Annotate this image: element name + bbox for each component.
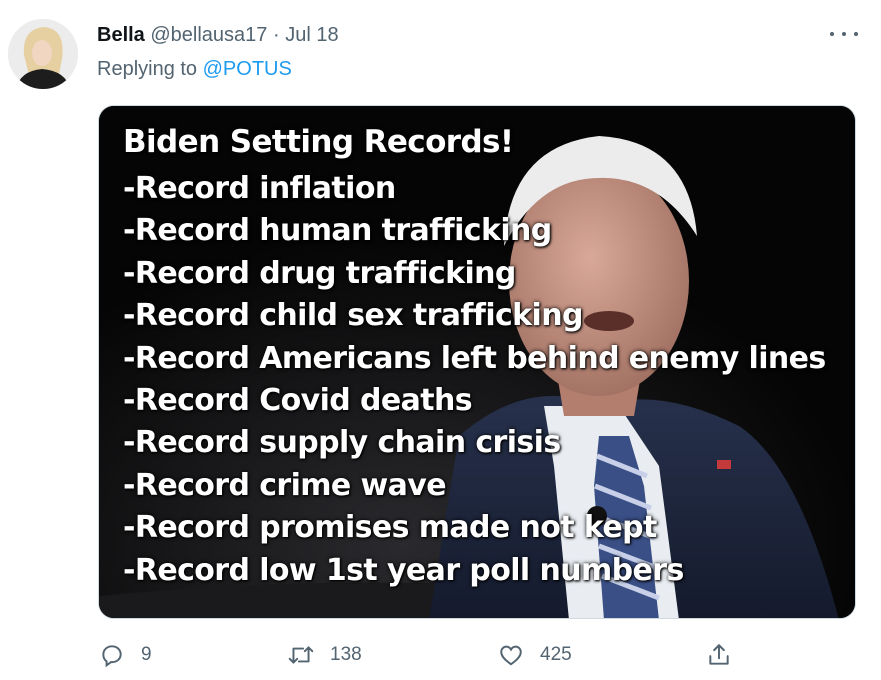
retweet-button[interactable]: 138 [286,640,362,670]
image-line: -Record promises made not kept [123,510,657,546]
image-line: -Record drug trafficking [123,255,516,291]
separator-dot: · [273,24,280,46]
image-line: -Record inflation [123,171,396,206]
retweet-count: 138 [330,644,362,665]
more-options-button[interactable] [830,24,858,44]
replying-to-link[interactable]: @POTUS [203,58,292,80]
display-name[interactable]: Bella [97,24,145,46]
image-line: -Record human trafficking [123,213,552,249]
user-handle[interactable]: @bellausa17 [150,24,267,46]
tweet-actions: 9 138 425 [0,640,881,670]
image-line: -Record low 1st year poll numbers [123,552,684,588]
image-line: -Record supply chain crisis [123,425,561,461]
image-line: -Record Americans left behind enemy line… [123,340,826,376]
reply-button[interactable]: 9 [97,640,152,670]
tweet-date[interactable]: Jul 18 [285,24,338,46]
like-button[interactable]: 425 [496,640,572,670]
tweet[interactable]: Bella @bellausa17 · Jul 18 Replying to @… [0,0,881,680]
tweet-header: Bella @bellausa17 · Jul 18 [97,22,339,48]
share-button[interactable] [704,640,734,670]
image-line: -Record child sex trafficking [123,298,583,334]
image-line: -Record Covid deaths [123,383,473,419]
avatar-image [8,19,78,89]
image-caption-text: Biden Setting Records! -Record inflation… [123,116,826,592]
more-horizontal-icon [830,32,834,36]
replying-to: Replying to @POTUS [97,56,292,82]
image-title: Biden Setting Records! [123,124,514,160]
like-count: 425 [540,644,572,665]
heart-icon [496,640,526,670]
avatar[interactable] [8,19,78,89]
share-icon [704,640,734,670]
replying-to-label: Replying to [97,58,198,80]
reply-count: 9 [141,644,152,665]
reply-icon [97,640,127,670]
tweet-media-image[interactable]: Biden Setting Records! -Record inflation… [98,105,856,619]
image-line: -Record crime wave [123,467,447,503]
retweet-icon [286,640,316,670]
